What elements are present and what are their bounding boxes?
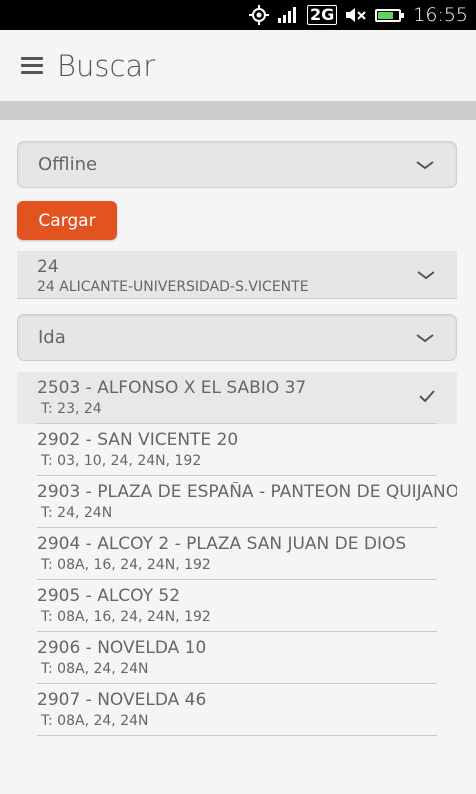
line-number: 24 — [37, 257, 59, 277]
source-select[interactable]: Offline — [17, 141, 457, 188]
stop-lines: T: 23, 24 — [41, 401, 102, 417]
stop-lines: T: 08A, 16, 24, 24N, 192 — [41, 609, 211, 625]
signal-icon — [277, 7, 299, 23]
list-item[interactable]: 2503 - ALFONSO X EL SABIO 37 T: 23, 24 — [17, 372, 457, 424]
stop-name: 2903 - PLAZA DE ESPAÑA - PANTEON DE QUIJ… — [37, 482, 457, 502]
chevron-down-icon — [417, 270, 435, 279]
stop-name: 2904 - ALCOY 2 - PLAZA SAN JUAN DE DIOS — [37, 534, 407, 554]
load-button[interactable]: Cargar — [17, 201, 117, 240]
network-type-badge: 2G — [306, 5, 338, 25]
stop-lines: T: 08A, 24, 24N — [41, 713, 149, 729]
line-name: 24 ALICANTE-UNIVERSIDAD-S.VICENTE — [37, 279, 309, 295]
line-select[interactable]: 24 24 ALICANTE-UNIVERSIDAD-S.VICENTE — [17, 251, 457, 299]
chevron-down-icon — [416, 333, 434, 342]
list-item[interactable]: 2903 - PLAZA DE ESPAÑA - PANTEON DE QUIJ… — [0, 476, 476, 528]
location-icon — [248, 5, 269, 25]
app-header: Buscar — [0, 30, 476, 102]
list-item[interactable]: 2902 - SAN VICENTE 20 T: 03, 10, 24, 24N… — [0, 424, 476, 476]
stop-name: 2905 - ALCOY 52 — [37, 586, 181, 606]
stop-lines: T: 08A, 24, 24N — [41, 661, 149, 677]
direction-select[interactable]: Ida — [17, 314, 457, 361]
stop-lines: T: 03, 10, 24, 24N, 192 — [41, 453, 202, 469]
status-bar: 2G 16:55 — [0, 0, 476, 30]
header-divider — [0, 102, 476, 120]
chevron-down-icon — [416, 160, 434, 169]
stop-lines: T: 24, 24N — [41, 505, 113, 521]
list-item[interactable]: 2904 - ALCOY 2 - PLAZA SAN JUAN DE DIOS … — [0, 528, 476, 580]
stop-lines: T: 08A, 16, 24, 24N, 192 — [41, 557, 211, 573]
clock: 16:55 — [413, 4, 468, 26]
stop-name: 2906 - NOVELDA 10 — [37, 638, 207, 658]
mute-icon — [345, 7, 367, 23]
list-item[interactable]: 2907 - NOVELDA 46 T: 08A, 24, 24N — [0, 684, 476, 736]
list-item[interactable]: 2906 - NOVELDA 10 T: 08A, 24, 24N — [0, 632, 476, 684]
direction-select-value: Ida — [38, 327, 66, 348]
list-item[interactable]: 2905 - ALCOY 52 T: 08A, 16, 24, 24N, 192 — [0, 580, 476, 632]
hamburger-menu-icon[interactable] — [21, 57, 43, 74]
stop-name: 2907 - NOVELDA 46 — [37, 690, 207, 710]
checkmark-icon — [419, 390, 435, 402]
divider — [37, 735, 437, 736]
source-select-value: Offline — [38, 154, 98, 175]
page-title: Buscar — [57, 48, 156, 83]
stop-name: 2503 - ALFONSO X EL SABIO 37 — [37, 378, 307, 398]
battery-icon — [375, 8, 405, 22]
stop-name: 2902 - SAN VICENTE 20 — [37, 430, 239, 450]
